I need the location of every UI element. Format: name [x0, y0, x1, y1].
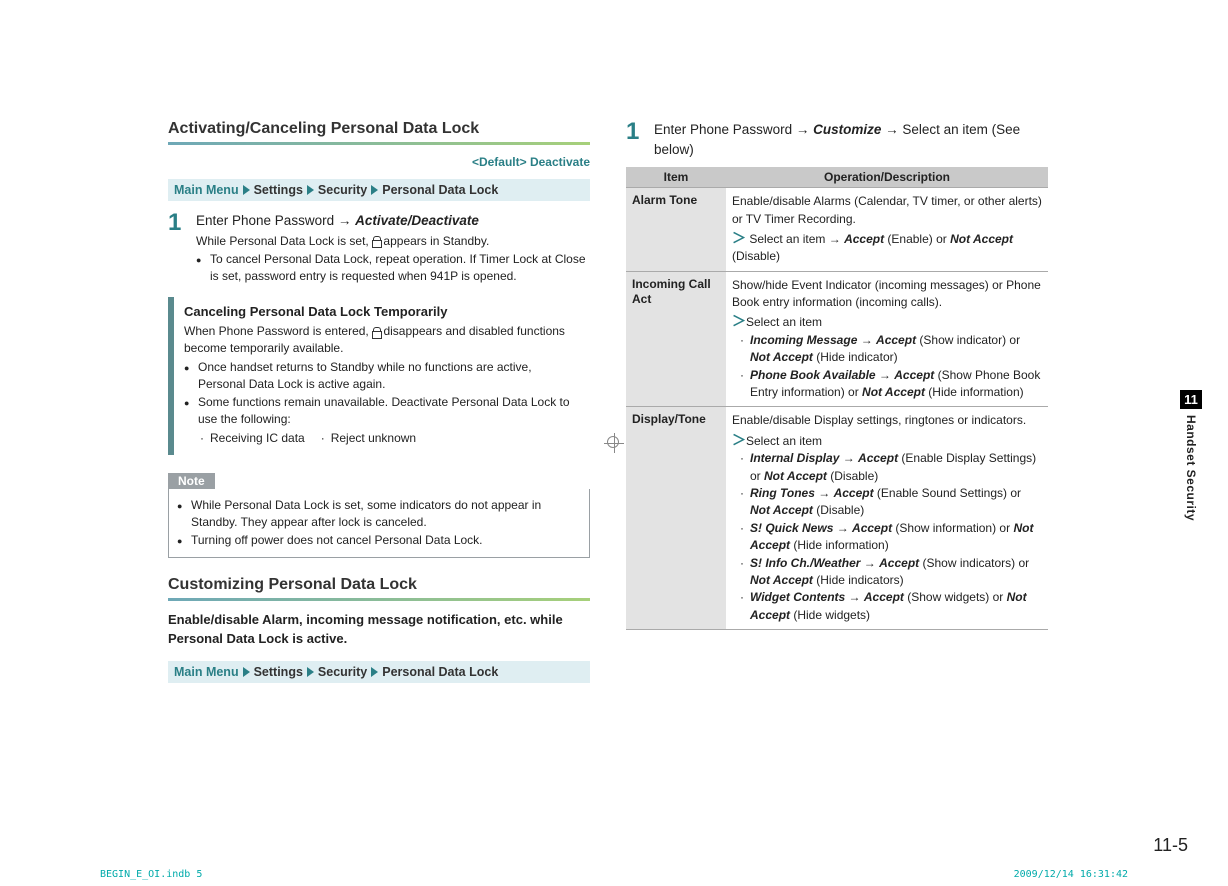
cancel-box: Canceling Personal Data Lock Temporarily… — [168, 297, 590, 455]
print-footer: BEGIN_E_OI.indb 5 2009/12/14 16:31:42 — [100, 869, 1128, 880]
breadcrumb-item: Settings — [254, 183, 303, 197]
note-label: Note — [168, 473, 215, 489]
cancel-title: Canceling Personal Data Lock Temporarily — [184, 303, 582, 321]
breadcrumb: Main Menu Settings Security Personal Dat… — [168, 179, 590, 201]
chevron-right-icon — [307, 667, 314, 677]
heading-activating: Activating/Canceling Personal Data Lock — [168, 120, 590, 138]
bullet-item: Once handset returns to Standby while no… — [184, 359, 582, 393]
note-item: While Personal Data Lock is set, some in… — [177, 497, 581, 531]
left-column: Activating/Canceling Personal Data Lock … — [168, 120, 590, 693]
chevron-right-icon — [371, 667, 378, 677]
desc: Show/hide Event Indicator (incoming mess… — [732, 277, 1042, 312]
col-desc: Operation/Description — [726, 167, 1048, 188]
step-1: 1 Enter Phone Password → Activate/Deacti… — [168, 211, 590, 287]
chevron-right-icon — [371, 185, 378, 195]
chapter-tab: 11 Handset Security — [1180, 390, 1202, 521]
default-value: <Default> Deactivate — [168, 155, 590, 169]
breadcrumb-item: Personal Data Lock — [382, 183, 498, 197]
while-text: While Personal Data Lock is set, — [196, 234, 372, 248]
table-row: Incoming Call Act Show/hide Event Indica… — [626, 271, 1048, 407]
desc: Select an item → — [749, 232, 844, 246]
chapter-title: Handset Security — [1184, 415, 1198, 521]
chevron-right-icon — [243, 185, 250, 195]
registration-mark-icon — [604, 433, 624, 453]
lock-icon — [372, 236, 380, 246]
table-row: Display/Tone Enable/disable Display sett… — [626, 407, 1048, 630]
chevron-icon: ＞ — [732, 432, 746, 448]
chevron-right-icon — [307, 185, 314, 195]
imprint-timestamp: 2009/12/14 16:31:42 — [1014, 869, 1128, 880]
breadcrumb-item: Settings — [254, 665, 303, 679]
sub-item: Reject unknown — [319, 430, 416, 447]
desc: Enable/disable Alarms (Calendar, TV time… — [732, 193, 1042, 228]
page-number: 11-5 — [1153, 835, 1188, 856]
breadcrumb-main: Main Menu — [174, 665, 239, 679]
item-name: Display/Tone — [626, 407, 726, 630]
note-box: While Personal Data Lock is set, some in… — [168, 489, 590, 558]
item-name: Incoming Call Act — [626, 271, 726, 407]
chapter-number: 11 — [1180, 390, 1202, 409]
step-number: 1 — [626, 120, 644, 159]
heading-underline — [168, 142, 590, 145]
chevron-icon: ＞ — [732, 313, 746, 329]
heading-underline — [168, 598, 590, 601]
bullet-item: Some functions remain unavailable. Deact… — [184, 394, 582, 446]
step-lead: Enter Phone Password → — [196, 213, 355, 228]
table-row: Alarm Tone Enable/disable Alarms (Calend… — [626, 188, 1048, 272]
step-customize: Customize — [813, 122, 881, 137]
while-text: appears in Standby. — [383, 234, 489, 248]
heading-customizing: Customizing Personal Data Lock — [168, 576, 590, 594]
step-action: Activate/Deactivate — [355, 213, 479, 228]
step-1: 1 Enter Phone Password → Customize → Sel… — [626, 120, 1048, 159]
enable-text: Enable/disable Alarm, incoming message n… — [168, 611, 590, 649]
sub-item: Receiving IC data — [198, 430, 305, 447]
breadcrumb-item: Personal Data Lock — [382, 665, 498, 679]
note-item: Turning off power does not cancel Person… — [177, 532, 581, 549]
item-name: Alarm Tone — [626, 188, 726, 272]
bullet-item: To cancel Personal Data Lock, repeat ope… — [196, 251, 590, 285]
chevron-icon: ＞ — [732, 230, 746, 246]
breadcrumb-item: Security — [318, 665, 367, 679]
col-item: Item — [626, 167, 726, 188]
lock-icon — [372, 327, 380, 337]
breadcrumb: Main Menu Settings Security Personal Dat… — [168, 661, 590, 683]
imprint-file: BEGIN_E_OI.indb 5 — [100, 869, 202, 880]
step-text: Enter Phone Password → — [654, 122, 813, 137]
step-number: 1 — [168, 211, 186, 287]
cancel-body: When Phone Password is entered, — [184, 324, 372, 338]
chevron-right-icon — [243, 667, 250, 677]
options-table: Item Operation/Description Alarm Tone En… — [626, 167, 1048, 630]
breadcrumb-item: Security — [318, 183, 367, 197]
desc: Enable/disable Display settings, rington… — [732, 412, 1042, 429]
breadcrumb-main: Main Menu — [174, 183, 239, 197]
right-column: 1 Enter Phone Password → Customize → Sel… — [626, 120, 1048, 693]
